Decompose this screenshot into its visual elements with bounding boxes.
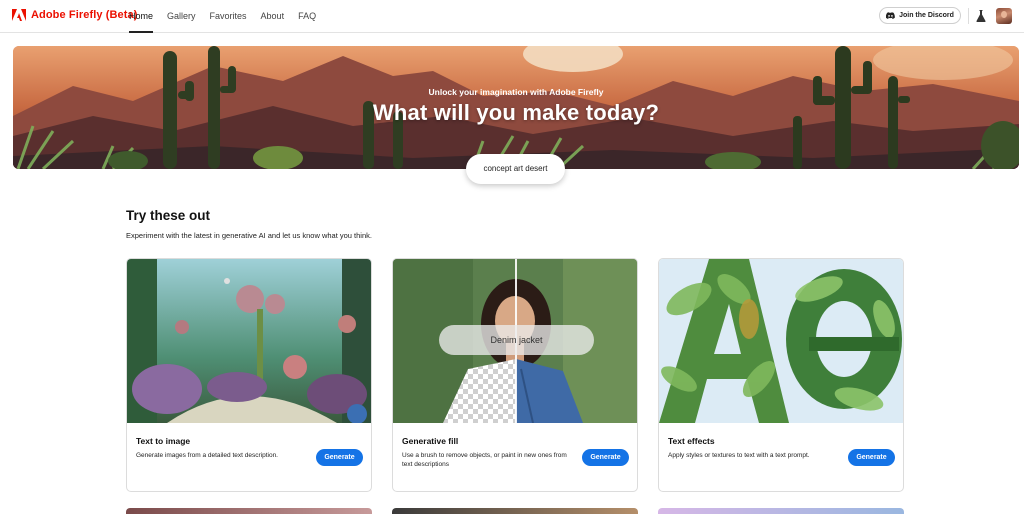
section-title: Try these out: [126, 208, 211, 223]
next-card-preview: [392, 508, 638, 514]
nav-home[interactable]: Home: [129, 0, 154, 33]
adobe-logo-icon: [12, 9, 26, 21]
flask-icon[interactable]: [976, 10, 986, 22]
generate-button[interactable]: Generate: [316, 449, 363, 466]
join-discord-label: Join the Discord: [899, 12, 954, 19]
user-avatar[interactable]: [996, 8, 1012, 24]
main-nav: Home Gallery Favorites About FAQ: [129, 0, 330, 33]
next-card-preview: [658, 508, 904, 514]
nav-gallery[interactable]: Gallery: [167, 0, 196, 33]
brand[interactable]: Adobe Firefly (Beta): [12, 9, 138, 21]
text-to-image-thumbnail: [127, 259, 371, 423]
join-discord-button[interactable]: Join the Discord: [879, 7, 961, 24]
generate-button[interactable]: Generate: [582, 449, 629, 466]
brand-name: Adobe Firefly (Beta): [31, 9, 138, 21]
card-title: Text effects: [668, 436, 715, 446]
card-description: Apply styles or textures to text with a …: [668, 452, 810, 459]
card-text-effects[interactable]: Text effects Apply styles or textures to…: [658, 258, 904, 492]
header-divider: [968, 8, 969, 24]
next-card-preview: [126, 508, 372, 514]
card-title: Text to image: [136, 436, 191, 446]
hero-subtitle: Unlock your imagination with Adobe Firef…: [428, 87, 604, 97]
card-title: Generative fill: [402, 436, 459, 446]
nav-about[interactable]: About: [261, 0, 285, 33]
card-description: Use a brush to remove objects, or paint …: [402, 452, 567, 468]
generate-button[interactable]: Generate: [848, 449, 895, 466]
prompt-overlay: Denim jacket: [439, 325, 594, 355]
card-description: Generate images from a detailed text des…: [136, 452, 278, 459]
hero-prompt-input[interactable]: concept art desert: [466, 154, 565, 184]
text-effects-thumbnail: [659, 259, 903, 423]
nav-favorites[interactable]: Favorites: [210, 0, 247, 33]
top-bar: Adobe Firefly (Beta) Home Gallery Favori…: [0, 0, 1024, 33]
hero-title: What will you make today?: [372, 100, 660, 125]
hero-banner: Unlock your imagination with Adobe Firef…: [13, 46, 1019, 169]
section-description: Experiment with the latest in generative…: [126, 231, 372, 240]
nav-faq[interactable]: FAQ: [298, 0, 316, 33]
card-generative-fill[interactable]: Denim jacket Generative fill Use a brush…: [392, 258, 638, 492]
discord-icon: [886, 12, 895, 19]
card-text-to-image[interactable]: Text to image Generate images from a det…: [126, 258, 372, 492]
